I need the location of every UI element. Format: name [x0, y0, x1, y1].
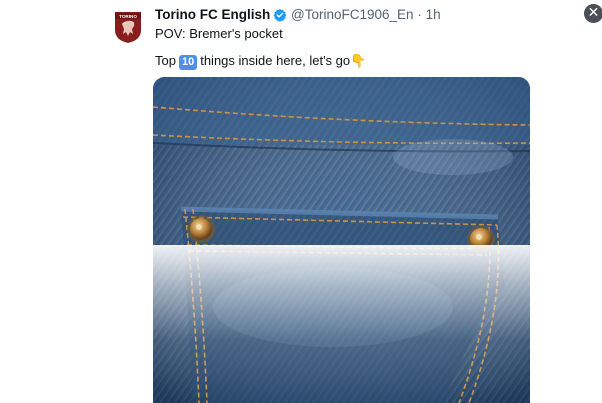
avatar-lettering: TORINO	[119, 14, 137, 19]
torino-fc-crest-icon: TORINO	[115, 12, 141, 43]
tweet-text-line-2: Top 10 things inside here, let's go👇	[155, 53, 366, 70]
backhand-index-pointing-down-icon: 👇	[350, 53, 367, 68]
keycap-ten-icon: 10	[178, 55, 198, 70]
header-separator: ·	[417, 7, 422, 22]
close-button[interactable]: ✕	[584, 4, 602, 23]
display-name[interactable]: Torino FC English	[155, 7, 270, 22]
tweet-text-suffix: things inside here, let's go	[200, 53, 351, 68]
tweet-media-image[interactable]	[153, 77, 530, 403]
timestamp[interactable]: 1h	[426, 7, 441, 22]
tweet-card: TORINO Torino FC English @TorinoFC1906_E…	[0, 0, 602, 403]
avatar[interactable]: TORINO	[113, 10, 143, 44]
user-handle[interactable]: @TorinoFC1906_En	[291, 7, 414, 22]
tweet-text-line-1: POV: Bremer's pocket	[155, 26, 283, 41]
tweet-text-prefix: Top	[155, 53, 176, 68]
jeans-pocket-illustration	[153, 77, 530, 403]
tweet-header: Torino FC English @TorinoFC1906_En · 1h	[155, 7, 441, 25]
verified-badge-icon	[273, 8, 287, 25]
